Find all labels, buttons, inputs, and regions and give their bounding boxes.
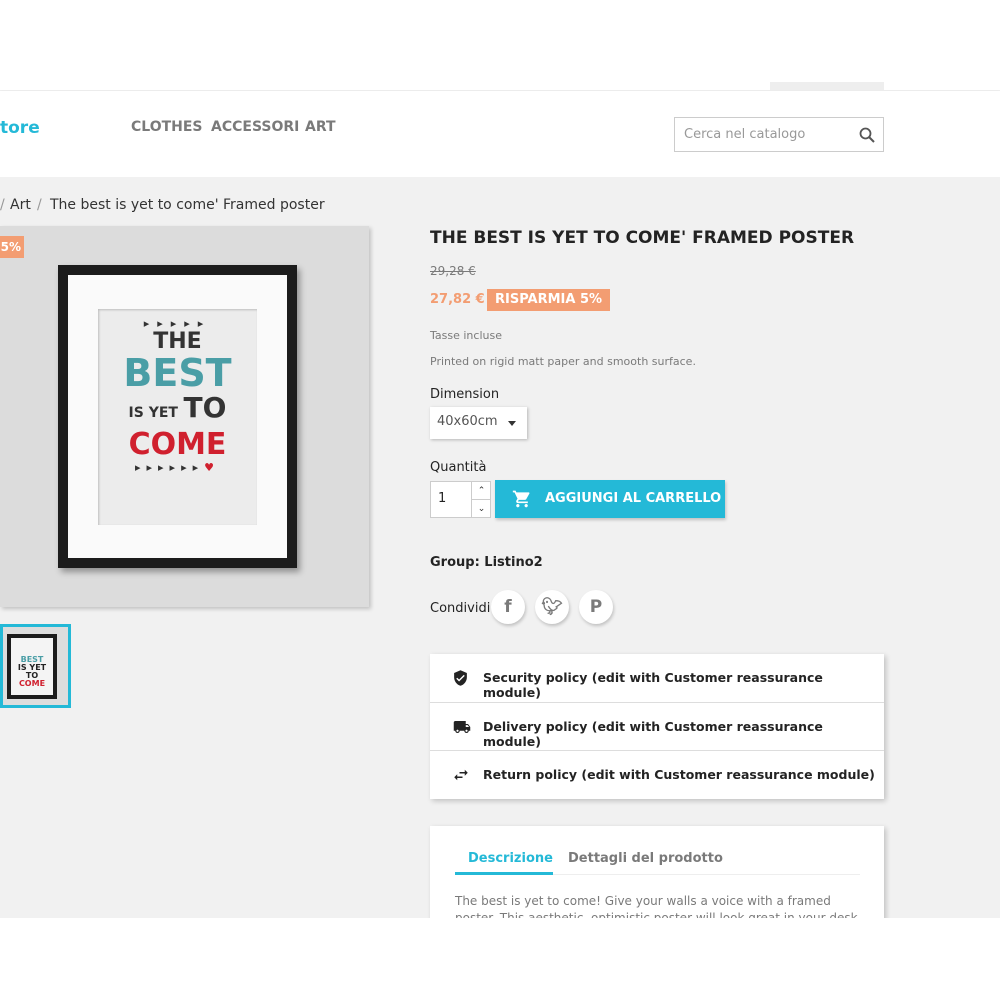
breadcrumb-separator: / xyxy=(0,197,5,213)
breadcrumb-separator: / xyxy=(37,197,42,213)
search-input[interactable]: Cerca nel catalogo xyxy=(674,117,884,152)
dimension-label: Dimension xyxy=(430,387,500,402)
tab-dettagli[interactable]: Dettagli del prodotto xyxy=(568,851,723,866)
twitter-icon[interactable]: 🐦︎ xyxy=(535,590,569,624)
poster-frame: ▸▸▸▸▸ THE BEST IS YET TO COME ▸▸▸▸▸▸♥ xyxy=(58,265,297,568)
reassurance-block: Security policy (edit with Customer reas… xyxy=(430,654,884,799)
tax-label: Tasse incluse xyxy=(430,329,502,342)
facebook-icon[interactable]: f xyxy=(491,590,525,624)
tab-descrizione[interactable]: Descrizione xyxy=(468,851,553,866)
short-description: Printed on rigid matt paper and smooth s… xyxy=(430,355,696,368)
breadcrumb-art[interactable]: Art xyxy=(10,197,31,213)
product-title: THE BEST IS YET TO COME' FRAMED POSTER xyxy=(430,228,855,248)
security-policy: Security policy (edit with Customer reas… xyxy=(430,654,884,703)
dimension-select[interactable]: 40x60cm xyxy=(430,407,527,439)
delivery-policy: Delivery policy (edit with Customer reas… xyxy=(430,703,884,751)
old-price: 29,28 € xyxy=(430,264,476,278)
return-policy: Return policy (edit with Customer reassu… xyxy=(430,751,884,800)
nav-art[interactable]: ART xyxy=(305,119,336,135)
top-bar xyxy=(0,0,1000,91)
add-to-cart-button[interactable]: AGGIUNGI AL CARRELLO xyxy=(495,480,725,518)
thumbnail[interactable]: BEST IS YET TO COME xyxy=(0,624,71,708)
poster-art: ▸▸▸▸▸ THE BEST IS YET TO COME ▸▸▸▸▸▸♥ xyxy=(98,309,257,525)
truck-icon xyxy=(453,720,471,733)
caret-down-icon xyxy=(508,421,516,430)
group-label: Group: Listino2 xyxy=(430,555,543,570)
cart-icon xyxy=(512,490,530,508)
save-badge: RISPARMIA 5% xyxy=(487,289,611,311)
quantity-label: Quantità xyxy=(430,460,487,475)
breadcrumb-current: The best is yet to come' Framed poster xyxy=(50,197,325,213)
swap-arrows-icon xyxy=(454,769,468,781)
discount-badge: 5% xyxy=(0,236,24,258)
top-tab xyxy=(770,82,884,91)
decrement-icon[interactable]: ⌄ xyxy=(471,500,491,518)
pinterest-icon[interactable]: P xyxy=(579,590,613,624)
nav-clothes[interactable]: CLOTHES xyxy=(131,119,203,135)
increment-icon[interactable]: ⌃ xyxy=(471,482,491,500)
shield-icon xyxy=(454,670,467,686)
active-tab-underline xyxy=(455,872,553,875)
nav-accessori[interactable]: ACCESSORI xyxy=(211,119,299,135)
search-icon[interactable] xyxy=(859,127,875,143)
share-label: Condividi xyxy=(430,601,491,616)
price: 27,82 € xyxy=(430,292,485,307)
logo[interactable]: tore xyxy=(0,118,40,138)
bottom-area xyxy=(0,918,1000,1000)
quantity-stepper[interactable]: 1 ⌃ ⌄ xyxy=(430,481,491,518)
